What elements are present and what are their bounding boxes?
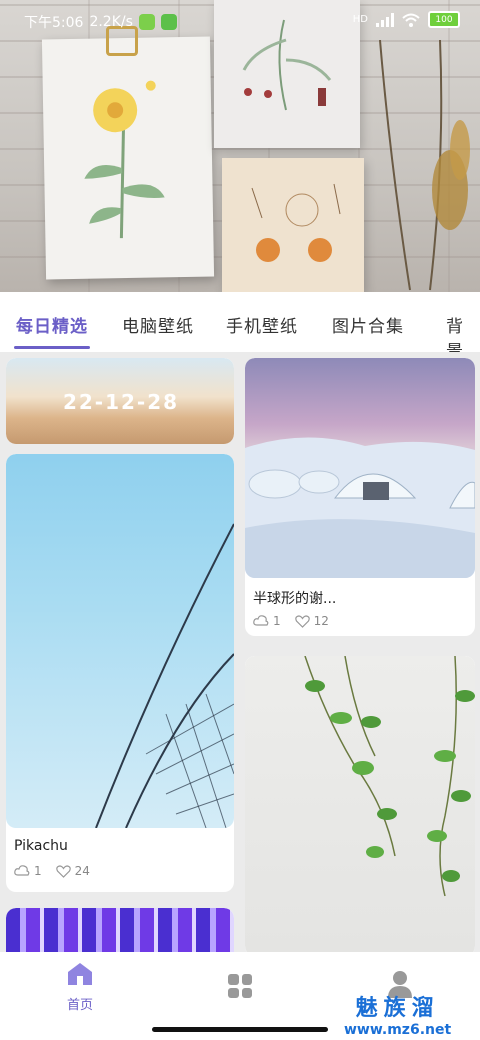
wifi-icon <box>402 13 420 27</box>
heart-icon[interactable] <box>55 864 71 878</box>
home-icon <box>68 963 92 985</box>
status-bar: 下午5:06 2.2K/s HD 100 <box>0 0 480 40</box>
card-title: 半球形的谢... <box>253 591 337 607</box>
app-notification-icon <box>138 14 155 30</box>
download-count: 1 <box>34 864 42 878</box>
heart-icon[interactable] <box>294 614 310 628</box>
status-net-speed: 2.2K/s <box>89 14 133 30</box>
tab-image-collection[interactable]: 图片合集 <box>332 312 404 337</box>
wallpaper-card-vine[interactable] <box>245 656 475 952</box>
app-tool-icon <box>160 14 177 30</box>
download-count: 1 <box>273 614 281 628</box>
dried-flowers <box>379 40 470 291</box>
grid-icon[interactable] <box>228 974 252 998</box>
wallpaper-card-pikachu[interactable]: Pikachu 1 24 <box>6 454 234 892</box>
like-count: 24 <box>74 864 90 878</box>
wallpaper-feed: 22-12-28 Pikachu 1 24 半球形的谢... 1 12 <box>0 352 480 952</box>
category-tabs: 每日精选 电脑壁纸 手机壁纸 图片合集 背景 <box>0 292 480 362</box>
vine-leaves-image <box>245 656 475 952</box>
daily-date-text: 22-12-28 <box>62 390 180 414</box>
like-count: 12 <box>313 614 329 628</box>
nav-home[interactable]: 首页 <box>56 962 104 1013</box>
network-type: HD <box>352 14 368 25</box>
status-time: 下午5:06 <box>24 15 84 31</box>
battery-icon: 100 <box>428 11 460 28</box>
wallpaper-card-purple[interactable] <box>6 908 234 952</box>
cloud-download-icon <box>14 865 30 876</box>
purple-abstract-image <box>6 908 234 952</box>
hero-banner-image[interactable] <box>0 0 480 292</box>
card-title: Pikachu <box>14 838 68 854</box>
active-tab-indicator <box>14 346 90 349</box>
card-meta: 1 24 <box>14 864 90 878</box>
fence-sky-image <box>6 454 234 828</box>
botanical-poster-left <box>41 36 215 280</box>
tab-phone-wallpaper[interactable]: 手机壁纸 <box>226 312 298 337</box>
card-meta: 1 12 <box>253 614 329 628</box>
signal-icon <box>376 12 394 27</box>
wallpaper-card-dome[interactable]: 半球形的谢... 1 12 <box>245 358 475 636</box>
tab-daily-picks[interactable]: 每日精选 <box>16 312 88 337</box>
snow-dome-image <box>245 358 475 578</box>
watermark-url: www.mz6.net <box>344 1022 452 1038</box>
cloud-download-icon <box>253 615 269 626</box>
watermark-cn: 魅族溜 <box>355 996 440 1021</box>
daily-date-card[interactable]: 22-12-28 <box>6 358 234 444</box>
botanical-poster-bottom <box>222 158 364 292</box>
home-indicator[interactable] <box>152 1027 328 1032</box>
nav-home-label: 首页 <box>66 998 93 1013</box>
site-watermark: 魅族溜 www.mz6.net <box>344 990 451 1038</box>
tab-pc-wallpaper[interactable]: 电脑壁纸 <box>122 312 194 337</box>
